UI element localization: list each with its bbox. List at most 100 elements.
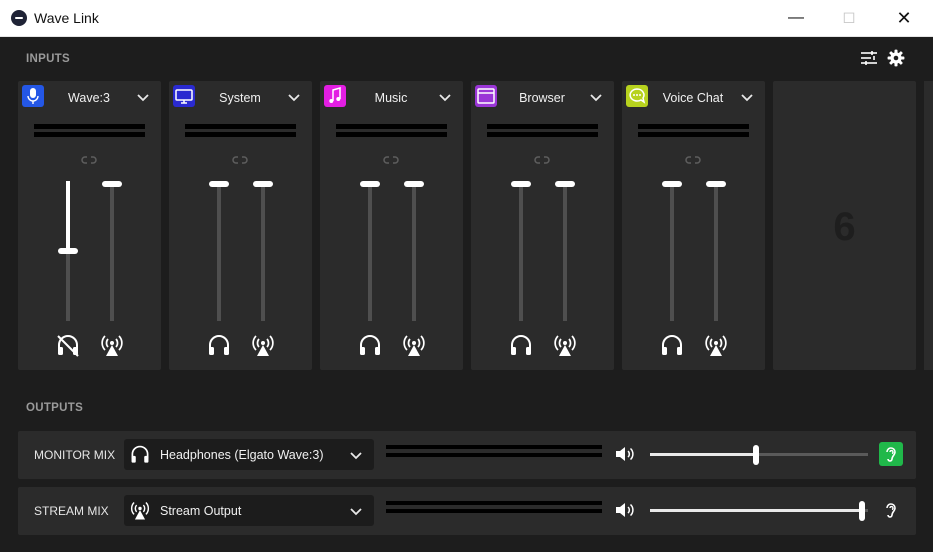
- minimize-button[interactable]: —: [773, 0, 819, 36]
- chevron-down-icon[interactable]: [348, 447, 364, 463]
- level-meter-left: [336, 124, 447, 129]
- stream-volume-fader[interactable]: [706, 181, 726, 321]
- channel-icon-badge: [22, 85, 44, 107]
- input-channel-strip: Browser: [471, 81, 614, 370]
- output-level-meter-left: [386, 445, 602, 449]
- slider-fill: [650, 509, 862, 512]
- fader-thumb[interactable]: [511, 181, 531, 187]
- fader-thumb[interactable]: [209, 181, 229, 187]
- window-title: Wave Link: [34, 10, 99, 26]
- broadcast-icon[interactable]: [99, 333, 125, 359]
- ear-icon: [886, 447, 896, 462]
- level-meter-right: [34, 132, 145, 137]
- monitor-volume-fader[interactable]: [360, 181, 380, 321]
- output-mix-label: MONITOR MIX: [34, 448, 116, 462]
- link-faders-icon[interactable]: [231, 154, 249, 166]
- output-volume-slider[interactable]: [650, 500, 868, 522]
- wave-link-logo-icon: [11, 10, 27, 26]
- level-meter-right: [638, 132, 749, 137]
- listen-toggle-button[interactable]: [879, 498, 903, 522]
- close-button[interactable]: ✕: [881, 0, 927, 36]
- outputs-section-label: OUTPUTS: [26, 402, 84, 414]
- slider-thumb[interactable]: [859, 501, 865, 521]
- broadcast-icon[interactable]: [552, 333, 578, 359]
- maximize-button: ◻: [842, 9, 856, 26]
- ear-icon: [886, 503, 896, 518]
- headphones-icon[interactable]: [206, 333, 232, 359]
- gear-icon[interactable]: [887, 49, 905, 67]
- monitor-volume-fader[interactable]: [58, 181, 78, 321]
- link-faders-icon[interactable]: [80, 154, 98, 166]
- fader-thumb[interactable]: [58, 248, 78, 254]
- headphones-icon[interactable]: [659, 333, 685, 359]
- listen-toggle-button[interactable]: [879, 442, 903, 466]
- channel-select-dropdown[interactable]: Music: [320, 81, 463, 115]
- chat-bubble-icon: [629, 88, 646, 104]
- speaker-volume-icon[interactable]: [614, 444, 636, 464]
- slider-thumb[interactable]: [753, 445, 759, 465]
- headphones-icon[interactable]: [357, 333, 383, 359]
- mixer-settings-icon[interactable]: [860, 49, 878, 67]
- output-level-meter-right: [386, 509, 602, 513]
- broadcast-icon[interactable]: [703, 333, 729, 359]
- input-channel-strip: Music: [320, 81, 463, 370]
- fader-track: [714, 181, 718, 321]
- broadcast-icon[interactable]: [401, 333, 427, 359]
- fader-track: [261, 181, 265, 321]
- channel-select-dropdown[interactable]: Wave:3: [18, 81, 161, 115]
- link-faders-icon[interactable]: [684, 154, 702, 166]
- channel-name: Voice Chat: [662, 91, 724, 105]
- fader-thumb[interactable]: [102, 181, 122, 187]
- channel-icon-badge: [475, 85, 497, 107]
- monitor-volume-fader[interactable]: [209, 181, 229, 321]
- channel-select-dropdown[interactable]: Browser: [471, 81, 614, 115]
- fader-thumb[interactable]: [555, 181, 575, 187]
- fader-track: [563, 181, 567, 321]
- chevron-down-icon[interactable]: [739, 89, 755, 105]
- output-mix-label: STREAM MIX: [34, 504, 109, 518]
- empty-input-slot[interactable]: 6: [773, 81, 916, 370]
- level-meter-left: [487, 124, 598, 129]
- output-mix-row: STREAM MIX Stream Output: [18, 487, 916, 535]
- chevron-down-icon[interactable]: [135, 89, 151, 105]
- stream-volume-fader[interactable]: [253, 181, 273, 321]
- stream-volume-fader[interactable]: [102, 181, 122, 321]
- link-faders-icon[interactable]: [533, 154, 551, 166]
- fader-thumb[interactable]: [662, 181, 682, 187]
- output-mix-row: MONITOR MIX Headphones (Elgato Wave:3): [18, 431, 916, 479]
- link-faders-icon[interactable]: [382, 154, 400, 166]
- channel-select-dropdown[interactable]: Voice Chat: [622, 81, 765, 115]
- chevron-down-icon[interactable]: [348, 503, 364, 519]
- monitor-icon: [175, 89, 193, 104]
- fader-thumb[interactable]: [404, 181, 424, 187]
- headphones-icon[interactable]: [508, 333, 534, 359]
- fader-thumb[interactable]: [706, 181, 726, 187]
- output-volume-slider[interactable]: [650, 444, 868, 466]
- microphone-icon: [27, 88, 39, 104]
- speaker-volume-icon[interactable]: [614, 500, 636, 520]
- channel-icon-badge: [173, 85, 195, 107]
- output-device-dropdown[interactable]: Stream Output: [124, 495, 374, 526]
- chevron-down-icon[interactable]: [286, 89, 302, 105]
- chevron-down-icon[interactable]: [588, 89, 604, 105]
- monitor-volume-fader[interactable]: [511, 181, 531, 321]
- fader-thumb[interactable]: [253, 181, 273, 187]
- level-meter-right: [336, 132, 447, 137]
- output-level-meter-right: [386, 453, 602, 457]
- browser-window-icon: [477, 88, 495, 104]
- stream-volume-fader[interactable]: [555, 181, 575, 321]
- output-device-name: Stream Output: [160, 504, 242, 518]
- channel-select-dropdown[interactable]: System: [169, 81, 312, 115]
- fader-track: [412, 181, 416, 321]
- inputs-section-label: INPUTS: [26, 53, 70, 65]
- fader-thumb[interactable]: [360, 181, 380, 187]
- chevron-down-icon[interactable]: [437, 89, 453, 105]
- broadcast-icon[interactable]: [250, 333, 276, 359]
- music-note-icon: [329, 87, 341, 103]
- stream-volume-fader[interactable]: [404, 181, 424, 321]
- headphones-muted-icon[interactable]: [55, 333, 81, 359]
- output-device-dropdown[interactable]: Headphones (Elgato Wave:3): [124, 439, 374, 470]
- channel-icon-badge: [324, 85, 346, 107]
- monitor-volume-fader[interactable]: [662, 181, 682, 321]
- channel-name: Wave:3: [68, 91, 110, 105]
